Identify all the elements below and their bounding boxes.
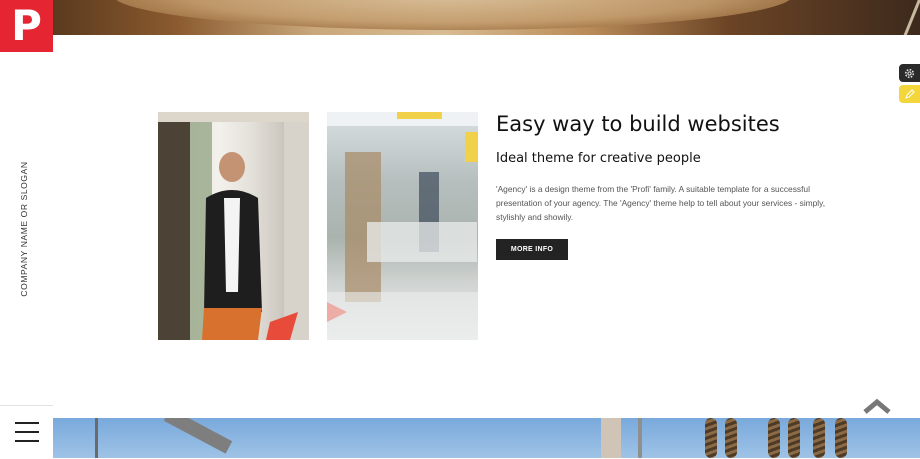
chevron-up-icon <box>863 398 891 414</box>
section-description: 'Agency' is a design theme from the 'Pro… <box>496 184 826 222</box>
settings-widget[interactable] <box>899 64 920 82</box>
hamburger-line <box>15 440 39 442</box>
hamburger-menu-icon <box>15 422 39 424</box>
logo-letter: P <box>11 1 42 50</box>
photo-office-glass <box>327 112 478 340</box>
photo-one-illustration <box>158 112 309 340</box>
menu-button[interactable] <box>0 405 53 459</box>
hamburger-line <box>15 431 39 433</box>
left-sidebar: P COMPANY NAME OR SLOGAN <box>0 0 53 459</box>
top-hero-image <box>53 0 920 35</box>
scroll-to-top-button[interactable] <box>862 397 892 417</box>
edit-widget[interactable] <box>899 85 920 103</box>
photo-two-illustration <box>327 112 478 340</box>
bottom-hero-image <box>53 418 920 458</box>
company-slogan: COMPANY NAME OR SLOGAN <box>19 161 29 297</box>
photo-man-thinking <box>158 112 309 340</box>
section-subtitle: Ideal theme for creative people <box>496 151 701 166</box>
logo[interactable]: P <box>0 0 53 52</box>
more-info-button[interactable]: MORE INFO <box>496 239 568 260</box>
gear-icon <box>904 68 915 78</box>
section-title: Easy way to build websites <box>496 112 780 136</box>
pencil-icon <box>904 89 915 99</box>
